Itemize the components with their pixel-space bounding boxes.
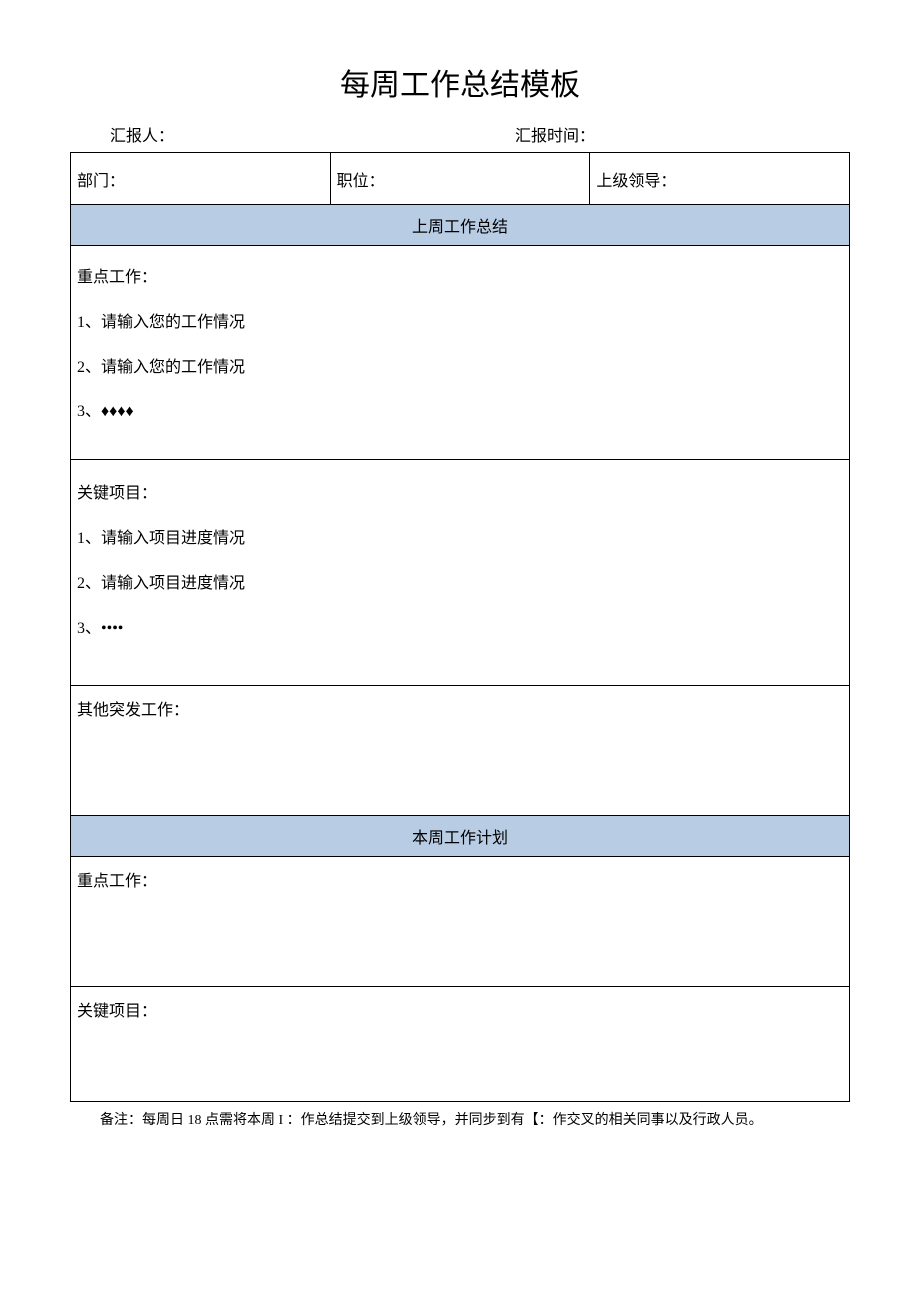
- last-week-section-header: 上周工作总结: [71, 205, 850, 246]
- document-title: 每周工作总结模板: [70, 60, 850, 104]
- department-cell[interactable]: 部门：: [71, 153, 331, 205]
- info-row: 部门： 职位： 上级领导：: [71, 153, 850, 205]
- key-project-item2: 2、请输入项目进度情况: [77, 562, 843, 607]
- key-work-item2: 2、请输入您的工作情况: [77, 346, 843, 391]
- this-week-key-project-cell[interactable]: 关键项目：: [71, 987, 850, 1102]
- key-work-label: 重点工作：: [77, 256, 843, 301]
- this-week-key-work-label: 重点工作：: [77, 867, 843, 891]
- last-week-key-project-cell[interactable]: 关键项目： 1、请输入项目进度情况 2、请输入项目进度情况 3、••••: [71, 460, 850, 686]
- last-week-key-work-cell[interactable]: 重点工作： 1、请输入您的工作情况 2、请输入您的工作情况 3、♦♦♦♦: [71, 246, 850, 460]
- header-row: 汇报人： 汇报时间：: [70, 122, 850, 146]
- key-work-item1: 1、请输入您的工作情况: [77, 301, 843, 346]
- report-table: 部门： 职位： 上级领导： 上周工作总结 重点工作： 1、请输入您的工作情况 2…: [70, 152, 850, 1102]
- reporter-label: 汇报人：: [110, 122, 405, 146]
- report-time-label: 汇报时间：: [405, 122, 810, 146]
- footnote-text: 备注：每周日 18 点需将本周 I ：作总结提交到上级领导，并同步到有【：作交叉…: [70, 1110, 850, 1132]
- supervisor-cell[interactable]: 上级领导：: [590, 153, 850, 205]
- this-week-key-work-cell[interactable]: 重点工作：: [71, 857, 850, 987]
- key-project-label: 关键项目：: [77, 472, 843, 517]
- key-work-item3: 3、♦♦♦♦: [77, 390, 843, 435]
- this-week-key-project-label: 关键项目：: [77, 997, 843, 1021]
- this-week-section-header: 本周工作计划: [71, 816, 850, 857]
- key-project-item1: 1、请输入项目进度情况: [77, 517, 843, 562]
- other-work-label: 其他突发工作：: [77, 696, 843, 720]
- position-cell[interactable]: 职位：: [330, 153, 590, 205]
- key-project-item3: 3、••••: [77, 607, 843, 652]
- last-week-other-work-cell[interactable]: 其他突发工作：: [71, 686, 850, 816]
